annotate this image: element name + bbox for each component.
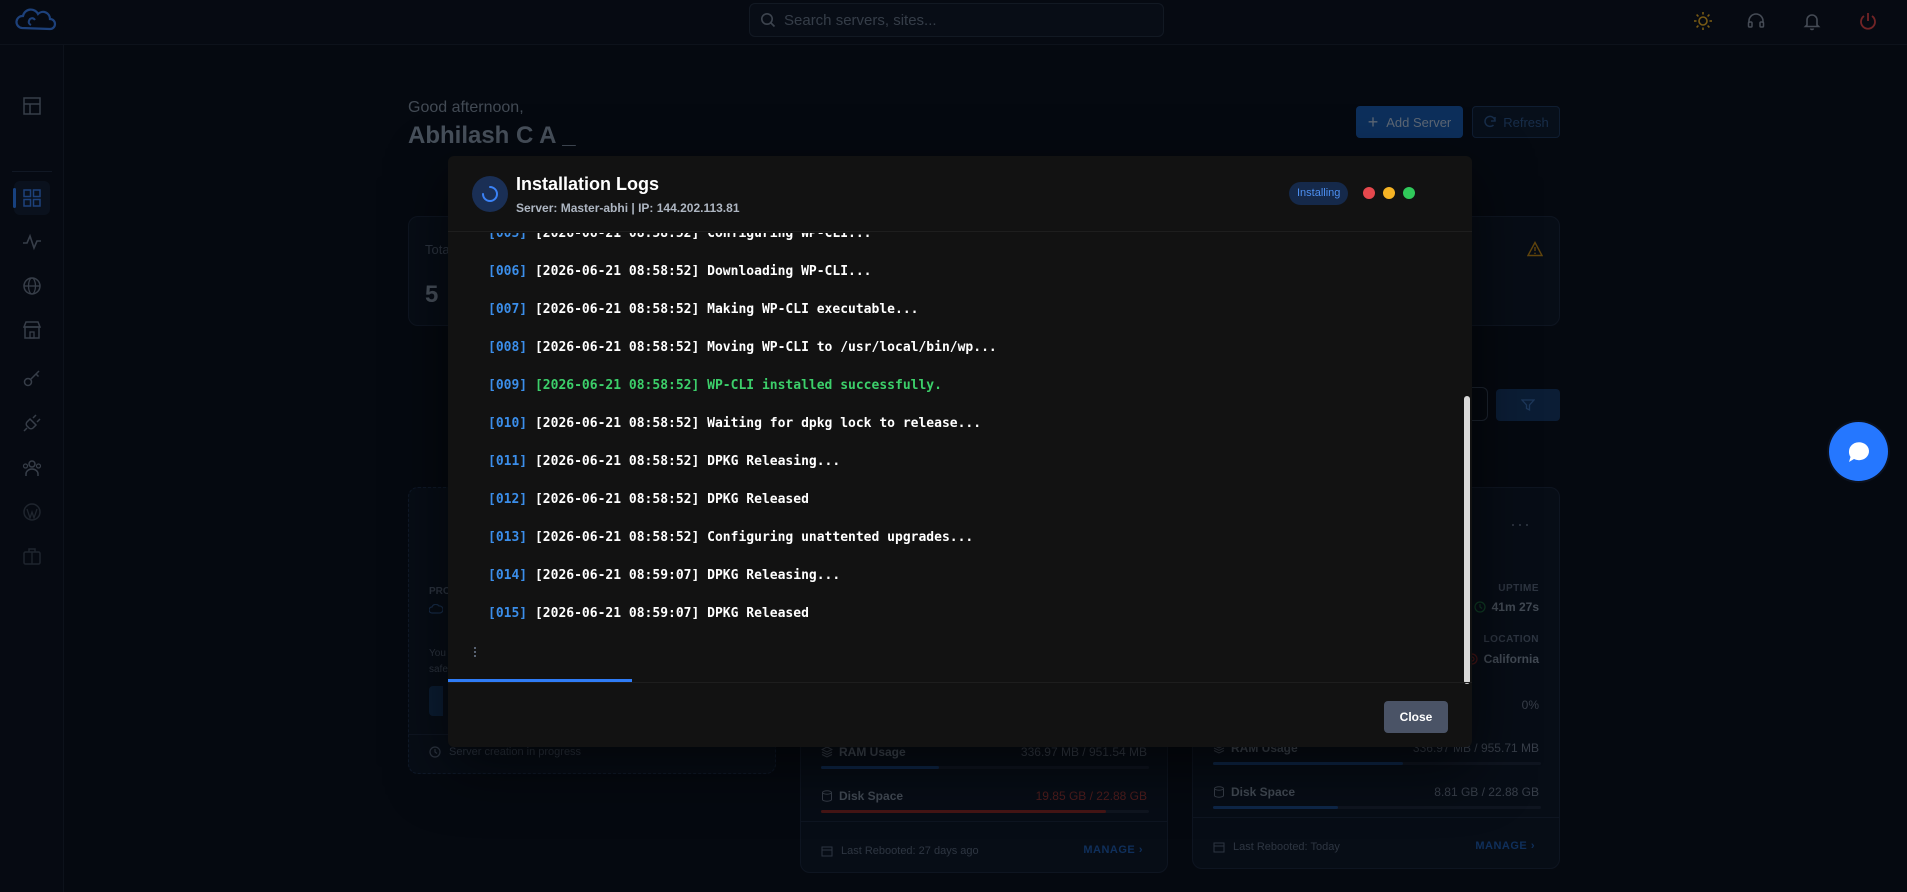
log-line: [006] [2026-06-21 08:58:52] Downloading … [488, 264, 872, 279]
log-line: [007] [2026-06-21 08:58:52] Making WP-CL… [488, 302, 918, 317]
log-line: [013] [2026-06-21 08:58:52] Configuring … [488, 530, 973, 545]
log-line-message: [2026-06-21 08:58:52] DPKG Releasing... [527, 454, 841, 469]
spinner-icon [472, 176, 508, 212]
log-line-message: [2026-06-21 08:59:07] DPKG Releasing... [527, 568, 841, 583]
log-line-message: [2026-06-21 08:59:07] DPKG Released [527, 606, 809, 621]
log-line-number: [011] [488, 454, 528, 469]
log-line-message: [2026-06-21 08:58:52] Configuring WP-CLI… [527, 233, 872, 241]
log-line-message: [2026-06-21 08:58:52] Making WP-CLI exec… [527, 302, 919, 317]
log-line-number: [007] [488, 302, 528, 317]
status-badge: Installing [1289, 182, 1349, 205]
close-button[interactable]: Close [1384, 701, 1448, 733]
log-line-message: [2026-06-21 08:58:52] Configuring unatte… [527, 530, 974, 545]
log-line: [012] [2026-06-21 08:58:52] DPKG Release… [488, 492, 809, 507]
log-line-number: [009] [488, 378, 528, 393]
log-line-number: [014] [488, 568, 528, 583]
log-scrollbar[interactable] [1464, 396, 1470, 684]
log-line-number: [010] [488, 416, 528, 431]
modal-header: Installation Logs Server: Master-abhi | … [448, 156, 1472, 232]
log-line-number: [008] [488, 340, 528, 355]
log-line-number: [012] [488, 492, 528, 507]
log-line-number: [015] [488, 606, 528, 621]
log-output[interactable]: [005] [2026-06-21 08:58:52] Configuring … [448, 233, 1472, 686]
log-line-message: [2026-06-21 08:58:52] Moving WP-CLI to /… [527, 340, 997, 355]
log-line: [010] [2026-06-21 08:58:52] Waiting for … [488, 416, 981, 431]
log-line: [008] [2026-06-21 08:58:52] Moving WP-CL… [488, 340, 997, 355]
loading-cursor [473, 645, 477, 663]
log-line: [009] [2026-06-21 08:58:52] WP-CLI insta… [488, 378, 942, 393]
chat-icon [1848, 441, 1869, 462]
log-line: [011] [2026-06-21 08:58:52] DPKG Releasi… [488, 454, 840, 469]
log-line-number: [013] [488, 530, 528, 545]
window-dot-green [1403, 187, 1415, 199]
log-line-number: [006] [488, 264, 528, 279]
chat-button[interactable] [1829, 422, 1888, 481]
log-line: [015] [2026-06-21 08:59:07] DPKG Release… [488, 606, 809, 621]
log-line-message: [2026-06-21 08:58:52] DPKG Released [527, 492, 809, 507]
window-dot-red [1363, 187, 1375, 199]
modal-subtitle: Server: Master-abhi | IP: 144.202.113.81 [516, 201, 740, 215]
log-line-number: [005] [488, 233, 528, 241]
log-line: [014] [2026-06-21 08:59:07] DPKG Releasi… [488, 568, 840, 583]
modal-footer [448, 682, 1472, 747]
log-line-message: [2026-06-21 08:58:52] Downloading WP-CLI… [527, 264, 872, 279]
log-line: [005] [2026-06-21 08:58:52] Configuring … [488, 233, 872, 241]
installation-logs-modal: Installation Logs Server: Master-abhi | … [448, 156, 1472, 747]
modal-title: Installation Logs [516, 174, 660, 194]
log-line-message: [2026-06-21 08:58:52] Waiting for dpkg l… [527, 416, 982, 431]
window-dot-yellow [1383, 187, 1395, 199]
log-line-message: [2026-06-21 08:58:52] WP-CLI installed s… [527, 378, 942, 393]
